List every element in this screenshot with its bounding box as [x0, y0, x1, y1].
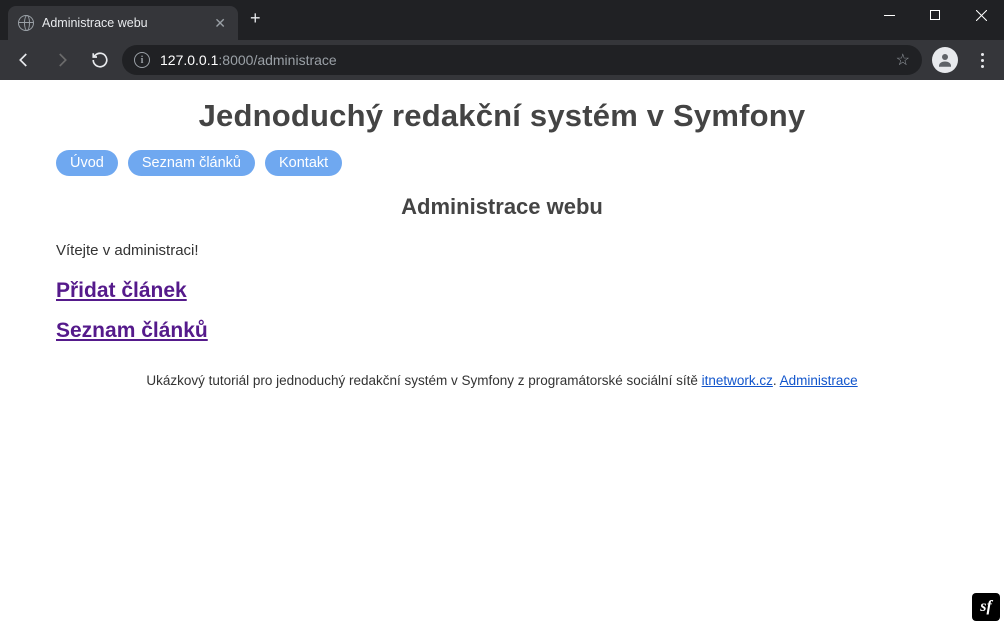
page-footer: Ukázkový tutoriál pro jednoduchý redakčn…	[56, 373, 948, 388]
profile-avatar[interactable]	[932, 47, 958, 73]
nav-home[interactable]: Úvod	[56, 150, 118, 176]
add-article-link[interactable]: Přidat článek	[56, 279, 187, 303]
globe-icon	[18, 15, 34, 31]
browser-menu-button[interactable]	[968, 53, 996, 68]
browser-toolbar: i 127.0.0.1:8000/administrace ☆	[0, 40, 1004, 80]
minimize-button[interactable]	[866, 0, 912, 30]
page-title: Jednoduchý redakční systém v Symfony	[56, 98, 948, 134]
nav-contact[interactable]: Kontakt	[265, 150, 342, 176]
url-port: :8000	[218, 52, 253, 68]
back-button[interactable]	[8, 44, 40, 76]
browser-titlebar: Administrace webu ✕ +	[0, 0, 1004, 40]
reload-button[interactable]	[84, 44, 116, 76]
new-tab-button[interactable]: +	[238, 8, 273, 29]
tab-title: Administrace webu	[42, 16, 204, 30]
list-articles-link[interactable]: Seznam článků	[56, 319, 208, 343]
nav-article-list[interactable]: Seznam článků	[128, 150, 255, 176]
symfony-debug-badge[interactable]: sf	[972, 593, 1000, 621]
footer-text: Ukázkový tutoriál pro jednoduchý redakčn…	[146, 373, 701, 388]
footer-link-itnetwork[interactable]: itnetwork.cz	[702, 373, 773, 388]
address-bar[interactable]: i 127.0.0.1:8000/administrace ☆	[122, 45, 922, 75]
forward-button[interactable]	[46, 44, 78, 76]
url-path: /administrace	[253, 52, 336, 68]
site-info-icon[interactable]: i	[134, 52, 150, 68]
footer-separator: .	[773, 373, 780, 388]
welcome-text: Vítejte v administraci!	[56, 242, 948, 259]
url-text: 127.0.0.1:8000/administrace	[160, 52, 886, 68]
footer-link-administrace[interactable]: Administrace	[780, 373, 858, 388]
url-host: 127.0.0.1	[160, 52, 218, 68]
symfony-icon: sf	[980, 598, 992, 616]
bookmark-star-icon[interactable]: ☆	[896, 50, 910, 70]
browser-tab[interactable]: Administrace webu ✕	[8, 6, 238, 40]
page-content: Jednoduchý redakční systém v Symfony Úvo…	[0, 80, 1004, 406]
window-controls	[866, 0, 1004, 30]
maximize-button[interactable]	[912, 0, 958, 30]
main-nav: Úvod Seznam článků Kontakt	[56, 150, 948, 176]
close-window-button[interactable]	[958, 0, 1004, 30]
page-subtitle: Administrace webu	[56, 194, 948, 220]
close-tab-icon[interactable]: ✕	[212, 15, 228, 32]
